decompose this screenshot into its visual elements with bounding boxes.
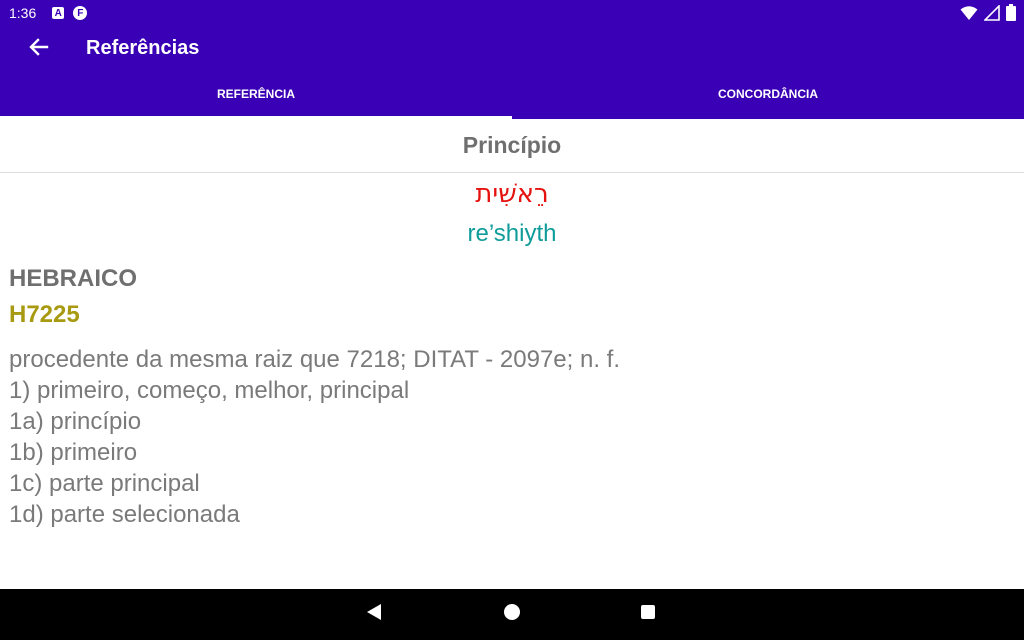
wifi-icon (960, 5, 978, 26)
app-bar: Referências (0, 26, 1024, 72)
circle-home-icon (503, 603, 521, 626)
reference-content[interactable]: Princípio רֵאשִׁית re’shiyth HEBRAICO H7… (0, 119, 1024, 589)
word-title: Princípio (0, 119, 1024, 173)
definition-line: 1d) parte selecionada (9, 501, 240, 528)
definition-line: procedente da mesma raiz que 7218; DITAT… (9, 346, 621, 373)
notification-f-icon: F (73, 6, 88, 20)
app-title: Referências (86, 37, 200, 59)
language-label: HEBRAICO (9, 265, 138, 292)
arrow-left-icon (29, 37, 49, 62)
back-button[interactable] (26, 36, 52, 62)
transliteration: re’shiyth (467, 220, 557, 247)
definition-line: 1b) primeiro (9, 439, 138, 466)
triangle-back-icon (366, 603, 382, 626)
strong-number: H7225 (9, 301, 80, 328)
navigation-bar (0, 589, 1024, 640)
signal-icon (983, 3, 1000, 26)
definition-text: procedente da mesma raiz que 7218; DITAT… (9, 344, 1009, 530)
nav-back-button[interactable] (363, 603, 385, 625)
square-recents-icon (640, 604, 656, 625)
battery-icon (1006, 4, 1016, 26)
status-time: 1:36 (9, 5, 37, 21)
nav-recents-button[interactable] (637, 603, 659, 625)
status-bar: 1:36 A F (0, 0, 1024, 26)
tab-label: REFERÊNCIA (216, 86, 295, 101)
status-icons (960, 3, 1016, 26)
notification-a-icon: A (52, 7, 65, 19)
definition-line: 1a) princípio (9, 408, 142, 435)
tab-referencia[interactable]: REFERÊNCIA (0, 72, 512, 119)
nav-home-button[interactable] (501, 603, 523, 625)
definition-line: 1) primeiro, começo, melhor, principal (9, 377, 410, 404)
hebrew-word: רֵאשִׁית (475, 179, 549, 209)
app-root: 1:36 A F Referências REFERÊNCIA CONCORDÂ… (0, 0, 1024, 640)
definition-line: 1c) parte principal (9, 470, 200, 497)
tab-bar: REFERÊNCIA CONCORDÂNCIA (0, 72, 1024, 119)
tab-concordancia[interactable]: CONCORDÂNCIA (512, 72, 1024, 119)
tab-label: CONCORDÂNCIA (718, 86, 818, 101)
